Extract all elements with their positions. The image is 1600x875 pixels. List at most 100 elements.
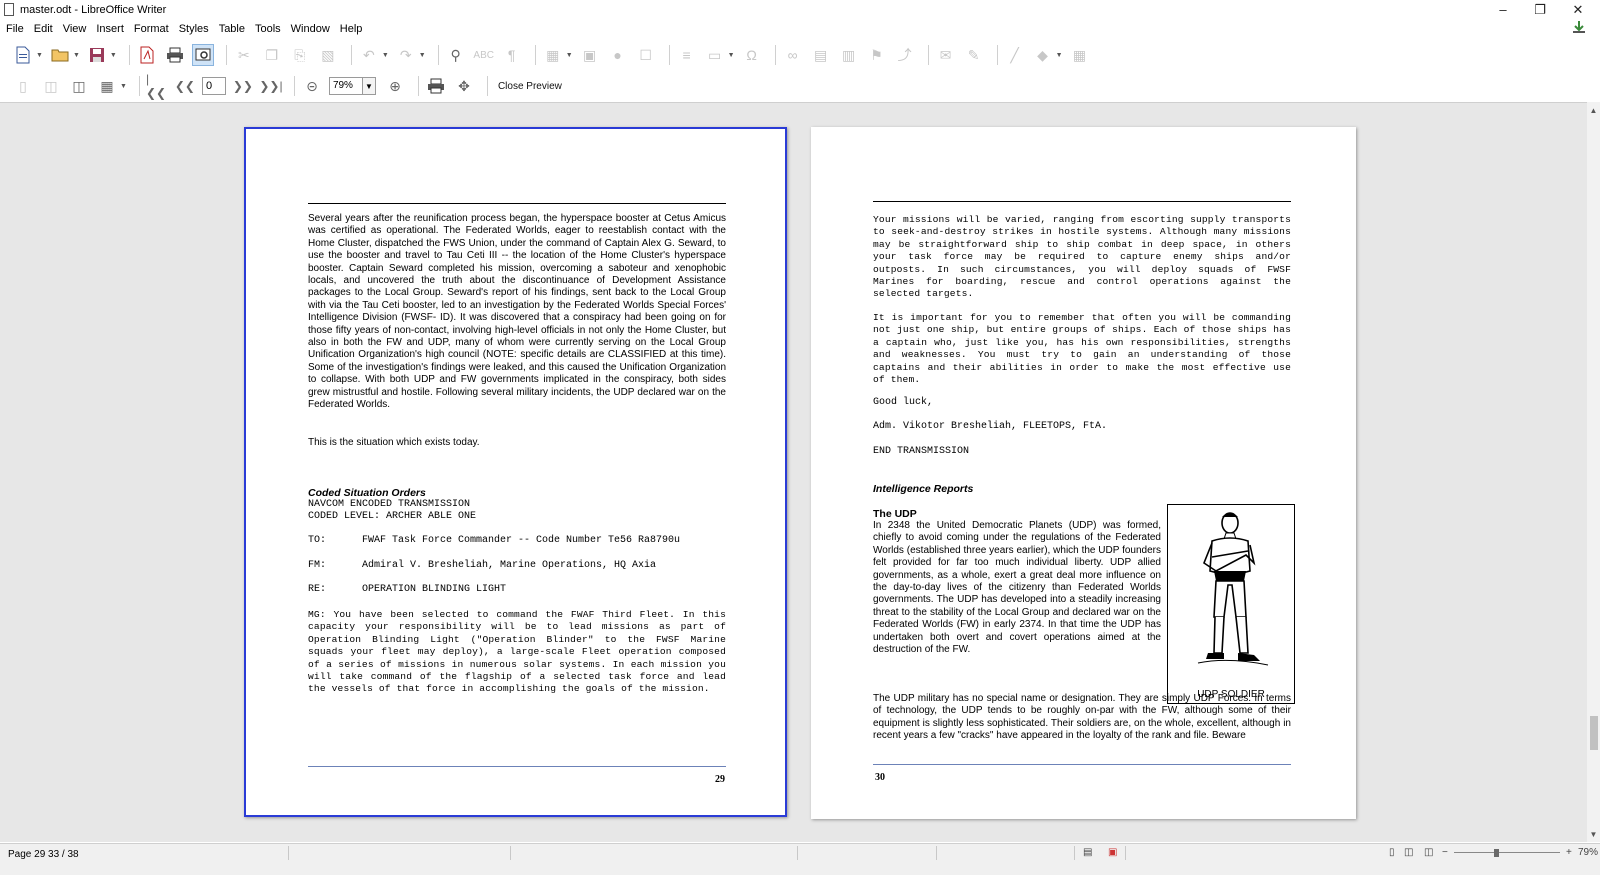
update-icon[interactable] bbox=[1566, 20, 1585, 34]
window-title: master.odt - LibreOffice Writer bbox=[20, 3, 167, 16]
menu-help[interactable]: Help bbox=[335, 23, 368, 35]
chevron-down-icon[interactable]: ▼ bbox=[1056, 52, 1063, 59]
multi-page-view-icon[interactable]: ◫ bbox=[1404, 847, 1413, 858]
print-icon[interactable] bbox=[164, 44, 186, 66]
menu-window[interactable]: Window bbox=[286, 23, 335, 35]
page-number: 29 bbox=[715, 774, 725, 785]
cross-reference-icon[interactable]: ⤴ bbox=[894, 44, 916, 66]
zoom-out-icon[interactable]: − bbox=[1442, 847, 1448, 858]
zoom-dropdown-chevron-down-icon[interactable]: ▼ bbox=[362, 77, 376, 95]
document-workspace[interactable]: Several years after the reunification pr… bbox=[0, 102, 1587, 842]
header-rule bbox=[873, 201, 1291, 202]
scrollbar-thumb[interactable] bbox=[1590, 716, 1598, 750]
special-character-icon[interactable]: Ω bbox=[741, 44, 763, 66]
chevron-down-icon[interactable]: ▼ bbox=[120, 83, 127, 90]
print-preview-icon[interactable] bbox=[191, 44, 214, 66]
toolbar-separator bbox=[774, 45, 776, 65]
page-30[interactable]: Your missions will be varied, ranging fr… bbox=[811, 127, 1356, 819]
chevron-down-icon[interactable]: ▼ bbox=[110, 52, 117, 59]
undo-icon[interactable]: ↶ bbox=[358, 44, 380, 66]
restore-button[interactable]: ❐ bbox=[1522, 0, 1558, 19]
chevron-down-icon[interactable]: ▼ bbox=[382, 52, 389, 59]
footnote-icon[interactable]: ▤ bbox=[810, 44, 832, 66]
menu-edit[interactable]: Edit bbox=[29, 23, 58, 35]
zoom-slider[interactable] bbox=[1454, 849, 1560, 857]
menu-table[interactable]: Table bbox=[214, 23, 250, 35]
next-page-icon[interactable]: ❯❯ bbox=[232, 75, 254, 97]
line-icon[interactable]: ╱ bbox=[1004, 44, 1026, 66]
title-bar: master.odt - LibreOffice Writer – ❐ ✕ bbox=[0, 0, 1600, 19]
page-number-input[interactable]: 0 bbox=[201, 77, 226, 95]
scroll-down-icon[interactable]: ▼ bbox=[1587, 828, 1600, 840]
scroll-up-icon[interactable]: ▲ bbox=[1587, 104, 1600, 116]
single-page-preview-icon[interactable]: ▯ bbox=[12, 75, 34, 97]
sidebar-icon[interactable]: ▦ bbox=[1069, 44, 1091, 66]
to-line: TO: FWAF Task Force Commander -- Code Nu… bbox=[308, 535, 681, 546]
zoom-slider-knob[interactable] bbox=[1494, 849, 1499, 857]
close-window-button[interactable]: ✕ bbox=[1560, 0, 1596, 19]
status-separator bbox=[510, 846, 511, 860]
chevron-down-icon[interactable]: ▼ bbox=[36, 52, 43, 59]
spelling-icon[interactable]: ABC bbox=[473, 44, 495, 66]
document-modified-icon[interactable]: ▣ bbox=[1108, 847, 1117, 858]
menu-file[interactable]: File bbox=[0, 23, 29, 35]
selection-mode-icon[interactable]: ▤ bbox=[1083, 847, 1092, 858]
chevron-down-icon[interactable]: ▼ bbox=[73, 52, 80, 59]
save-icon[interactable] bbox=[86, 44, 108, 66]
cut-icon[interactable]: ✂ bbox=[233, 44, 255, 66]
endnote-icon[interactable]: ▥ bbox=[838, 44, 860, 66]
previous-page-icon[interactable]: ❮❮ bbox=[174, 75, 196, 97]
menu-format[interactable]: Format bbox=[129, 23, 174, 35]
single-page-view-icon[interactable]: ▯ bbox=[1389, 847, 1395, 858]
two-pages-preview-icon[interactable]: ◫ bbox=[40, 75, 62, 97]
menu-insert[interactable]: Insert bbox=[91, 23, 129, 35]
zoom-in-icon[interactable]: + bbox=[1566, 847, 1572, 858]
insert-text-box-icon[interactable]: ☐ bbox=[635, 44, 657, 66]
track-changes-icon[interactable]: ✎ bbox=[963, 44, 985, 66]
vertical-scrollbar[interactable]: ▲ ▼ bbox=[1587, 102, 1600, 842]
book-preview-icon[interactable]: ◫ bbox=[68, 75, 90, 97]
status-bar: Page 29 33 / 38 ▤ ▣ ▯ ◫ ◫ − + 79% bbox=[0, 843, 1600, 875]
find-replace-icon[interactable]: ⚲ bbox=[445, 44, 467, 66]
page-count-status[interactable]: Page 29 33 / 38 bbox=[8, 849, 79, 860]
first-page-icon[interactable]: |❮❮ bbox=[146, 72, 168, 100]
minimize-button[interactable]: – bbox=[1485, 0, 1521, 19]
zoom-in-icon[interactable]: ⊕ bbox=[384, 75, 406, 97]
menu-view[interactable]: View bbox=[58, 23, 92, 35]
menu-styles[interactable]: Styles bbox=[174, 23, 214, 35]
insert-table-icon[interactable]: ▦ bbox=[542, 44, 564, 66]
close-preview-button[interactable]: Close Preview bbox=[498, 81, 562, 92]
multiple-pages-preview-icon[interactable]: ▦ bbox=[96, 75, 118, 97]
chevron-down-icon[interactable]: ▼ bbox=[566, 52, 573, 59]
comment-icon[interactable]: ✉ bbox=[935, 44, 957, 66]
zoom-percent[interactable]: 79% bbox=[1578, 847, 1598, 858]
insert-page-break-icon[interactable]: ≡ bbox=[676, 44, 698, 66]
full-screen-icon[interactable]: ✥ bbox=[453, 75, 475, 97]
page-number: 30 bbox=[875, 772, 885, 783]
formatting-marks-icon[interactable]: ¶ bbox=[501, 44, 523, 66]
open-folder-icon[interactable] bbox=[49, 44, 71, 66]
zoom-select[interactable]: 79% bbox=[328, 77, 363, 95]
redo-icon[interactable]: ↷ bbox=[395, 44, 417, 66]
basic-shapes-icon[interactable]: ◆ bbox=[1032, 44, 1054, 66]
last-page-icon[interactable]: ❯❯| bbox=[259, 75, 282, 97]
clone-formatting-icon[interactable]: ▧ bbox=[317, 44, 339, 66]
copy-icon[interactable]: ❐ bbox=[261, 44, 283, 66]
status-separator bbox=[936, 846, 937, 860]
export-pdf-icon[interactable] bbox=[136, 44, 158, 66]
chevron-down-icon[interactable]: ▼ bbox=[419, 52, 426, 59]
page-29[interactable]: Several years after the reunification pr… bbox=[244, 127, 787, 817]
paste-icon[interactable]: ⎘ bbox=[289, 44, 311, 66]
menu-tools[interactable]: Tools bbox=[250, 23, 286, 35]
new-document-icon[interactable] bbox=[12, 44, 34, 66]
chevron-down-icon[interactable]: ▼ bbox=[728, 52, 735, 59]
toolbar-separator bbox=[293, 76, 295, 96]
insert-field-icon[interactable]: ▭ bbox=[704, 44, 726, 66]
bookmark-icon[interactable]: ⚑ bbox=[866, 44, 888, 66]
book-view-icon[interactable]: ◫ bbox=[1424, 847, 1433, 858]
insert-image-icon[interactable]: ▣ bbox=[579, 44, 601, 66]
print-icon[interactable] bbox=[425, 75, 447, 97]
zoom-out-icon[interactable]: ⊝ bbox=[301, 75, 323, 97]
hyperlink-icon[interactable]: ∞ bbox=[782, 44, 804, 66]
insert-chart-icon[interactable]: ● bbox=[607, 44, 629, 66]
